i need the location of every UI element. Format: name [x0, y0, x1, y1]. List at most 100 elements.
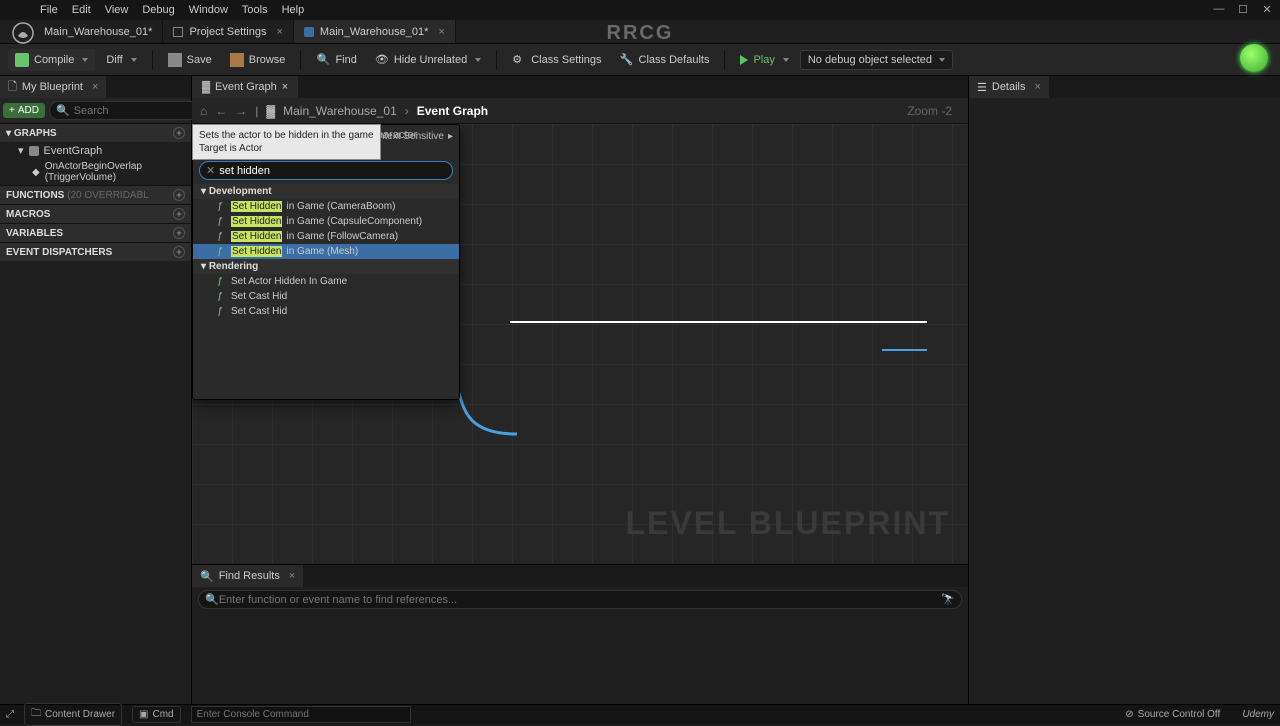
context-menu: Actions taking a(n) Third Person Charact…: [192, 124, 460, 400]
category-graphs[interactable]: ▾ GRAPHS+: [0, 123, 191, 142]
drawer-icon: 🗀: [31, 706, 41, 723]
gear-icon: ⚙: [512, 53, 526, 67]
category-dispatchers[interactable]: EVENT DISPATCHERS+: [0, 242, 191, 261]
content-drawer-button[interactable]: 🗀Content Drawer: [24, 703, 122, 726]
details-tab[interactable]: ☰Details×: [969, 76, 1049, 98]
close-icon[interactable]: ✕: [1260, 2, 1274, 16]
play-button[interactable]: Play: [733, 50, 795, 70]
graph-area: ▓Event Graph× ⌂ ← → | ▓ Main_Warehouse_0…: [192, 76, 968, 704]
doc-tab-blueprint[interactable]: Main_Warehouse_01* ×: [294, 20, 456, 43]
expand-icon[interactable]: ⤢: [6, 709, 14, 720]
status-bar: ⤢ 🗀Content Drawer ▣Cmd ⊘Source Control O…: [0, 704, 1280, 724]
menu-edit[interactable]: Edit: [72, 4, 91, 16]
menu-file[interactable]: File: [40, 4, 58, 16]
nav-fwd-icon[interactable]: →: [235, 104, 247, 118]
details-panel: ☰Details×: [968, 76, 1280, 704]
save-icon: [168, 53, 182, 67]
graph-icon: ▓: [266, 104, 275, 118]
unreal-logo-icon: [12, 22, 34, 44]
tab-close-icon[interactable]: ×: [92, 81, 98, 93]
context-item[interactable]: ƒSet Hidden in Game (CapsuleComponent): [193, 214, 459, 229]
context-item[interactable]: ƒSet Cast Hid: [193, 304, 459, 319]
panel-icon: 🗋: [8, 78, 17, 97]
find-search-input[interactable]: 🔍 🔭: [198, 590, 962, 609]
tab-close-icon[interactable]: ×: [276, 26, 282, 38]
context-item[interactable]: ƒSet Hidden in Game (CameraBoom): [193, 199, 459, 214]
tab-close-icon[interactable]: ×: [289, 570, 295, 582]
menu-tools[interactable]: Tools: [242, 4, 268, 16]
event-graph-tab[interactable]: ▓Event Graph×: [192, 76, 298, 98]
hide-unrelated-button[interactable]: 👁Hide Unrelated: [368, 49, 488, 71]
compile-icon: [15, 53, 29, 67]
clear-search-icon[interactable]: ✕: [206, 164, 215, 177]
class-defaults-button[interactable]: 🔧Class Defaults: [613, 49, 717, 71]
toolbar: Compile Diff Save Browse 🔍Find 👁Hide Unr…: [0, 44, 1280, 76]
crumb-graph[interactable]: Event Graph: [417, 104, 488, 118]
context-category-development[interactable]: ▾ Development: [193, 184, 459, 199]
nav-back-icon[interactable]: ←: [215, 104, 227, 118]
minimize-icon[interactable]: —: [1212, 2, 1226, 16]
menu-view[interactable]: View: [105, 4, 129, 16]
cmd-button[interactable]: ▣Cmd: [132, 706, 181, 723]
home-icon[interactable]: ⌂: [200, 104, 207, 118]
maximize-icon[interactable]: ☐: [1236, 2, 1250, 16]
my-blueprint-tab[interactable]: 🗋 My Blueprint ×: [0, 76, 106, 98]
add-macro-icon[interactable]: +: [173, 208, 185, 220]
zoom-indicator: Zoom -2: [907, 104, 960, 118]
save-button[interactable]: Save: [161, 49, 219, 71]
tab-label: Project Settings: [189, 26, 266, 38]
context-item-selected[interactable]: ƒSet Hidden in Game (Mesh): [193, 244, 459, 259]
diff-button[interactable]: Diff: [99, 50, 143, 70]
context-item[interactable]: ƒSet Hidden in Game (FollowCamera): [193, 229, 459, 244]
console-icon: ▣: [139, 709, 148, 720]
tab-close-icon[interactable]: ×: [282, 81, 288, 93]
crumb-asset[interactable]: Main_Warehouse_01: [283, 104, 397, 118]
add-graph-icon[interactable]: +: [173, 127, 185, 139]
find-results-tab[interactable]: 🔍Find Results×: [192, 565, 303, 587]
graph-canvas[interactable]: ggerVolume) verlapped Actor Other Actor …: [192, 124, 968, 564]
add-function-icon[interactable]: +: [173, 189, 185, 201]
search-icon: 🔍: [316, 53, 330, 67]
source-control-status[interactable]: ⊘Source Control Off: [1125, 709, 1220, 720]
tab-close-icon[interactable]: ×: [1035, 81, 1041, 93]
class-settings-button[interactable]: ⚙Class Settings: [505, 49, 608, 71]
eye-icon: 👁: [375, 53, 389, 67]
folder-icon: [230, 53, 244, 67]
details-icon: ☰: [977, 81, 987, 94]
context-item[interactable]: ƒSet Actor Hidden In Game: [193, 274, 459, 289]
tab-close-icon[interactable]: ×: [438, 26, 444, 38]
add-button[interactable]: +ADD: [3, 103, 45, 118]
tree-overlap-event[interactable]: ◆OnActorBeginOverlap (TriggerVolume): [0, 159, 191, 185]
context-tooltip: Sets the actor to be hidden in the game …: [192, 124, 381, 160]
tree-eventgraph[interactable]: ▾EventGraph: [0, 142, 191, 159]
search-icon: 🔍: [56, 104, 70, 117]
add-dispatcher-icon[interactable]: +: [173, 246, 185, 258]
category-macros[interactable]: MACROS+: [0, 204, 191, 223]
settings-icon: [173, 27, 183, 37]
category-functions[interactable]: FUNCTIONS (20 OVERRIDABL+: [0, 185, 191, 204]
graph-icon: [29, 146, 39, 156]
my-blueprint-panel: 🗋 My Blueprint × +ADD 🔍 ⚙ ▾ GRAPHS+ ▾Eve…: [0, 76, 192, 704]
disabled-icon: ⊘: [1125, 709, 1133, 720]
tab-label: Main_Warehouse_01*: [44, 26, 152, 38]
add-variable-icon[interactable]: +: [173, 227, 185, 239]
context-item[interactable]: ƒSet Cast Hid: [193, 289, 459, 304]
doc-tab-project-settings[interactable]: Project Settings ×: [163, 20, 293, 43]
context-category-rendering[interactable]: ▾ Rendering: [193, 259, 459, 274]
wrench-icon: 🔧: [620, 53, 634, 67]
menu-help[interactable]: Help: [282, 4, 305, 16]
context-search-input[interactable]: ✕: [199, 161, 453, 180]
udemy-watermark: Udemy: [1242, 709, 1274, 720]
graph-watermark: LEVEL BLUEPRINT: [625, 505, 950, 542]
search-icon: 🔍: [200, 570, 214, 583]
console-command-input[interactable]: [191, 706, 411, 723]
menu-window[interactable]: Window: [189, 4, 228, 16]
debug-object-selector[interactable]: No debug object selected: [800, 50, 953, 70]
browse-button[interactable]: Browse: [223, 49, 293, 71]
menu-debug[interactable]: Debug: [142, 4, 174, 16]
search-icon: 🔍: [205, 593, 219, 606]
binoculars-icon[interactable]: 🔭: [941, 593, 955, 606]
find-button[interactable]: 🔍Find: [309, 49, 363, 71]
category-variables[interactable]: VARIABLES+: [0, 223, 191, 242]
compile-button[interactable]: Compile: [8, 49, 95, 71]
